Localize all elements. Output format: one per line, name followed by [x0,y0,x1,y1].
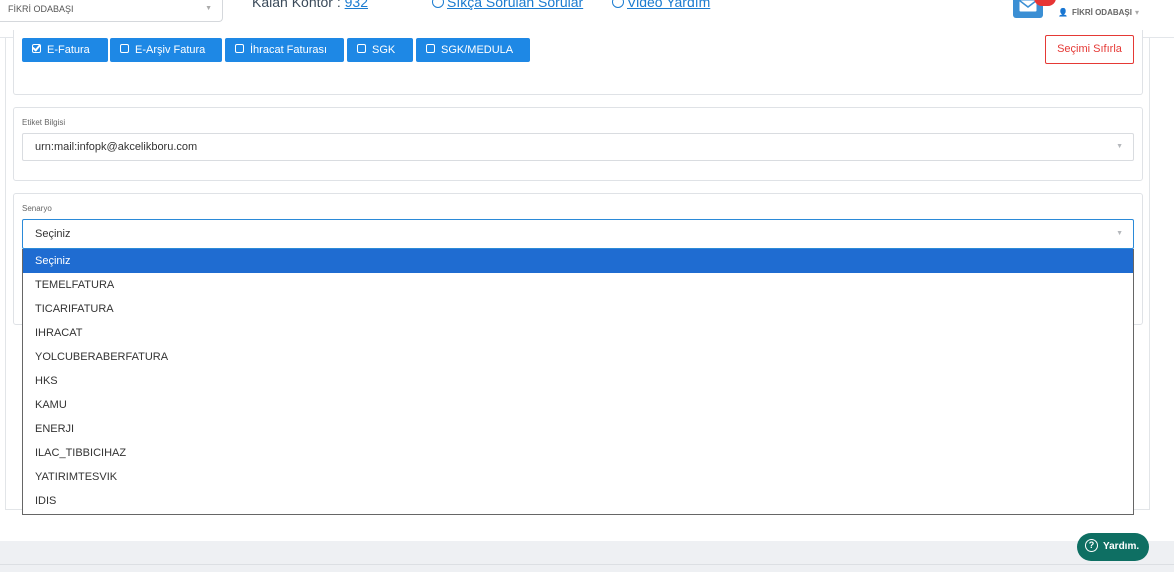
company-select-value: FİKRİ ODABAŞI [8,4,74,14]
checkbox-icon [426,44,435,53]
senaryo-option[interactable]: Seçiniz [23,249,1133,273]
chevron-down-icon: ▼ [205,5,212,12]
checkbox-icon [357,44,366,53]
user-name: FİKRİ ODABAŞI [1071,8,1132,17]
earsiv-label: E-Arşiv Fatura [135,44,206,56]
video-link-label: Video Yardım [627,0,711,10]
senaryo-label: Senaryo [22,204,52,213]
efatura-label: E-Fatura [47,44,90,56]
senaryo-dropdown-list: Seçiniz TEMELFATURA TICARIFATURA IHRACAT… [22,249,1134,515]
sgk-label: SGK [372,44,396,56]
question-icon: ? [1085,539,1098,552]
senaryo-select[interactable]: Seçiniz ▼ [22,219,1134,249]
senaryo-option[interactable]: KAMU [23,393,1133,417]
help-button[interactable]: ? Yardım. [1077,533,1149,561]
user-menu[interactable]: 👤 FİKRİ ODABAŞI ▾ [1058,8,1139,17]
efatura-button[interactable]: E-Fatura [22,38,108,62]
kontor-value-link[interactable]: 932 [345,0,368,10]
faq-link[interactable]: Sıkça Sorulan Sorular [432,0,583,10]
kontor-label: Kalan Kontor : [252,0,345,10]
ihracat-button[interactable]: İhracat Faturası [225,38,344,62]
help-label: Yardım. [1103,541,1140,552]
chevron-down-icon: ▼ [1116,143,1123,150]
link-icon [612,0,624,8]
company-select[interactable]: FİKRİ ODABAŞI ▼ [0,0,223,22]
sgk-medula-button[interactable]: SGK/MEDULA [416,38,530,62]
footer-band [0,541,1174,572]
user-icon: 👤 [1058,8,1068,17]
link-icon [432,0,444,8]
earsiv-button[interactable]: E-Arşiv Fatura [110,38,222,62]
senaryo-option[interactable]: HKS [23,369,1133,393]
faq-link-label: Sıkça Sorulan Sorular [447,0,584,10]
sgk-medula-label: SGK/MEDULA [441,44,514,56]
senaryo-option[interactable]: ILAC_TIBBICIHAZ [23,441,1133,465]
etiket-select[interactable]: urn:mail:infopk@akcelikboru.com ▼ [22,133,1134,161]
checkbox-checked-icon [32,44,41,53]
senaryo-option[interactable]: YATIRIMTESVIK [23,465,1133,489]
senaryo-option[interactable]: TEMELFATURA [23,273,1133,297]
senaryo-option[interactable]: YOLCUBERABERFATURA [23,345,1133,369]
senaryo-value: Seçiniz [35,228,71,240]
senaryo-option[interactable]: ENERJI [23,417,1133,441]
video-help-link[interactable]: Video Yardım [612,0,710,10]
senaryo-option[interactable]: IHRACAT [23,321,1133,345]
reset-selection-button[interactable]: Seçimi Sıfırla [1045,35,1134,64]
page-scrollbar[interactable] [1160,38,1174,538]
remaining-kontor: Kalan Kontor : 932 [252,0,368,10]
senaryo-option[interactable]: TICARIFATURA [23,297,1133,321]
senaryo-option[interactable]: IDIS [23,489,1133,513]
etiket-label: Etiket Bilgisi [22,118,66,127]
chevron-down-icon: ▾ [1134,8,1139,17]
checkbox-icon [120,44,129,53]
sgk-button[interactable]: SGK [347,38,413,62]
checkbox-icon [235,44,244,53]
chevron-down-icon: ▼ [1116,230,1123,237]
etiket-value: urn:mail:infopk@akcelikboru.com [35,141,198,153]
ihracat-label: İhracat Faturası [250,44,328,56]
